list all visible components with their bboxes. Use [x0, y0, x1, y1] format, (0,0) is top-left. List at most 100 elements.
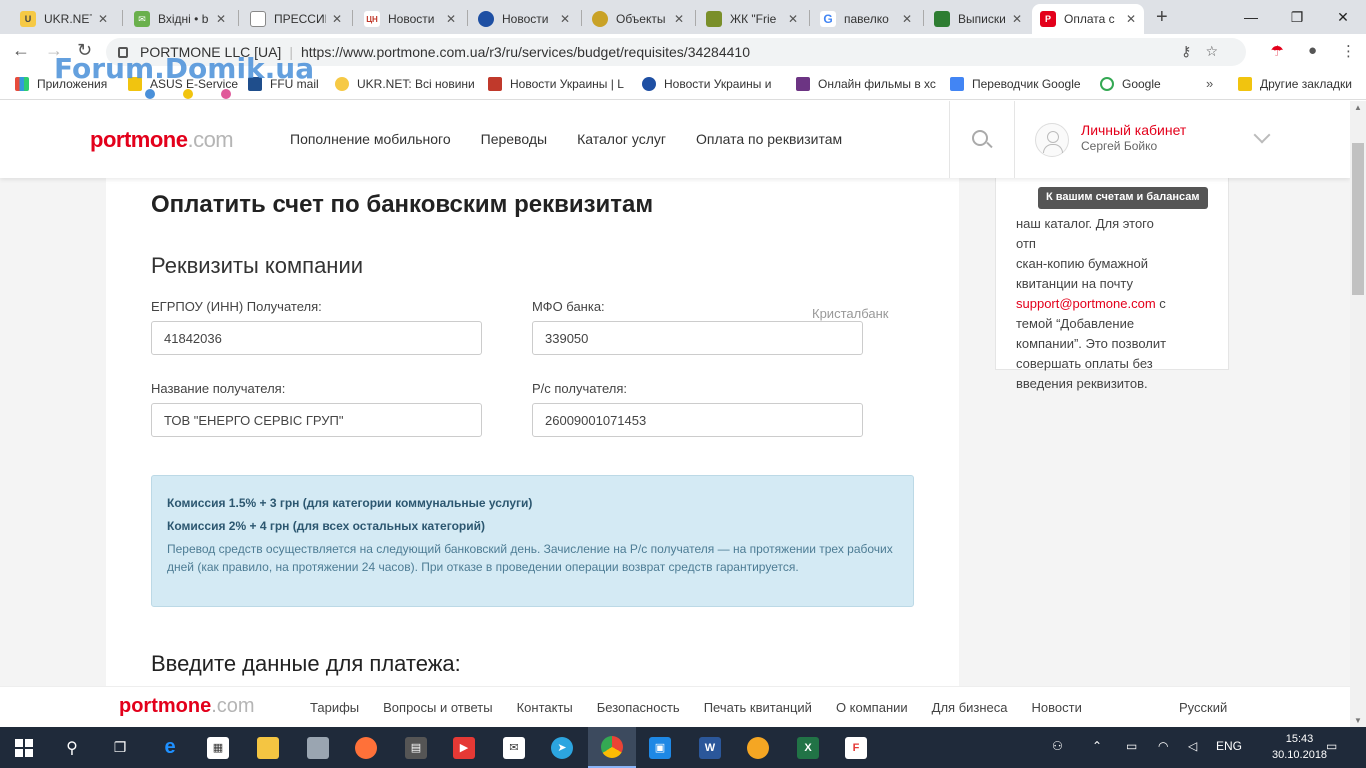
windows-taskbar: ⚲ ❐ e ▦ ▤ ▶ ✉ ➤ ▣ W X F ⚇ ⌃ ▭ ◠ ◁ ENG 15… — [0, 727, 1366, 768]
maximize-icon[interactable]: ❐ — [1274, 0, 1320, 34]
browser-tab[interactable]: U UKR.NET: ✕ — [12, 4, 116, 34]
bookmark-item[interactable]: Google — [1100, 77, 1161, 91]
close-window-icon[interactable]: ✕ — [1320, 0, 1366, 34]
nav-service-catalog[interactable]: Каталог услуг — [577, 131, 666, 147]
mfo-field[interactable]: 339050 — [532, 321, 863, 355]
taskbar-app[interactable] — [734, 727, 782, 768]
url-text[interactable]: https://www.portmone.com.ua/r3/ru/servic… — [301, 44, 750, 60]
taskbar-app[interactable] — [244, 727, 292, 768]
bookmark-item[interactable]: Новости Украины и — [642, 77, 771, 91]
page-scrollbar[interactable]: ▲ ▼ — [1350, 101, 1366, 727]
footer-link-about[interactable]: О компании — [836, 700, 908, 715]
back-icon[interactable]: ← — [12, 40, 30, 61]
scroll-up-icon[interactable]: ▲ — [1354, 103, 1362, 112]
portmone-logo[interactable]: portmone.com — [90, 127, 234, 153]
close-tab-icon[interactable]: ✕ — [332, 12, 342, 26]
footer-link-faq[interactable]: Вопросы и ответы — [383, 700, 492, 715]
extension-umbrella-icon[interactable]: ☂ — [1270, 42, 1283, 60]
show-hidden-icons-icon[interactable]: ⌃ — [1092, 739, 1102, 753]
bookmark-item[interactable]: Онлайн фильмы в хс — [796, 77, 936, 91]
taskbar-app[interactable] — [294, 727, 342, 768]
bookmark-star-icon[interactable]: ☆ — [1205, 43, 1232, 59]
taskbar-app[interactable]: ▶ — [440, 727, 488, 768]
footer-link-print-receipts[interactable]: Печать квитанций — [704, 700, 812, 715]
start-button[interactable] — [0, 727, 48, 768]
scrollbar-thumb[interactable] — [1352, 143, 1364, 295]
browser-tab[interactable]: ЖК "Frie ✕ — [698, 4, 806, 34]
taskbar-clock[interactable]: 15:43 30.10.2018 — [1272, 731, 1327, 763]
browser-tab[interactable]: Выписки ✕ — [926, 4, 1030, 34]
notifications-icon[interactable]: ▭ — [1326, 739, 1337, 753]
close-tab-icon[interactable]: ✕ — [98, 12, 108, 26]
bookmark-item[interactable]: Переводчик Google — [950, 77, 1081, 91]
browser-tab[interactable]: Объекты ✕ — [584, 4, 692, 34]
task-view-icon: ❐ — [113, 739, 127, 755]
scroll-down-icon[interactable]: ▼ — [1354, 716, 1362, 725]
footer-link-business[interactable]: Для бизнеса — [932, 700, 1008, 715]
taskbar-app[interactable]: X — [784, 727, 832, 768]
close-tab-icon[interactable]: ✕ — [560, 12, 570, 26]
key-icon[interactable]: ⚷ — [1181, 43, 1205, 59]
people-icon[interactable]: ⚇ — [1052, 739, 1063, 753]
wifi-icon[interactable]: ◠ — [1158, 739, 1168, 753]
avatar[interactable] — [1035, 123, 1069, 157]
nav-mobile-topup[interactable]: Пополнение мобильного — [290, 131, 451, 147]
taskbar-app[interactable]: ✉ — [490, 727, 538, 768]
volume-icon[interactable]: ◁ — [1188, 739, 1197, 753]
bookmark-other[interactable]: Другие закладки — [1238, 77, 1352, 91]
close-tab-icon[interactable]: ✕ — [674, 12, 684, 26]
footer-link-tariffs[interactable]: Тарифы — [310, 700, 359, 715]
sidebar-text: квитанции на почту — [1016, 276, 1134, 291]
more-bookmarks-icon[interactable]: » — [1206, 76, 1213, 91]
footer-link-news[interactable]: Новости — [1032, 700, 1082, 715]
browser-tab[interactable]: ✉ Вхідні • b ✕ — [126, 4, 234, 34]
browser-tab[interactable]: ЦН Новости ✕ — [356, 4, 464, 34]
taskbar-app[interactable]: ▤ — [392, 727, 440, 768]
sidebar-text: наш каталог. Для этого — [1016, 216, 1154, 231]
browser-tab-active[interactable]: P Оплата с ✕ — [1032, 4, 1144, 34]
close-tab-icon[interactable]: ✕ — [216, 12, 226, 26]
search-taskbar-button[interactable]: ⚲ — [48, 727, 96, 768]
edrpou-field[interactable]: 41842036 — [151, 321, 482, 355]
profile-icon[interactable]: ● — [1308, 42, 1317, 60]
taskbar-app[interactable] — [342, 727, 390, 768]
account-field[interactable]: 26009001071453 — [532, 403, 863, 437]
taskbar-app[interactable]: e — [146, 727, 194, 768]
footer-logo[interactable]: portmone.com — [119, 695, 255, 718]
nav-transfers[interactable]: Переводы — [481, 131, 547, 147]
language-selector[interactable]: Русский — [1179, 700, 1227, 715]
bookmark-label: Другие закладки — [1260, 77, 1352, 91]
new-tab-icon[interactable]: + — [1156, 6, 1168, 29]
footer-link-security[interactable]: Безопасность — [597, 700, 680, 715]
browser-tab[interactable]: ПРЕССИН ✕ — [242, 4, 350, 34]
taskbar-app[interactable]: W — [686, 727, 734, 768]
close-tab-icon[interactable]: ✕ — [446, 12, 456, 26]
close-tab-icon[interactable]: ✕ — [902, 12, 912, 26]
taskbar-app[interactable]: ➤ — [538, 727, 586, 768]
personal-cabinet-link[interactable]: Личный кабинет — [1081, 122, 1186, 138]
close-tab-icon[interactable]: ✕ — [788, 12, 798, 26]
browser-tab[interactable]: G павелко ✕ — [812, 4, 920, 34]
minimize-icon[interactable]: — — [1228, 0, 1274, 34]
taskbar-app[interactable]: F — [832, 727, 880, 768]
google-icon — [1100, 77, 1114, 91]
chevron-down-icon[interactable] — [1253, 126, 1271, 144]
task-view-button[interactable]: ❐ — [96, 727, 144, 768]
taskbar-app[interactable]: ▣ — [636, 727, 684, 768]
close-tab-icon[interactable]: ✕ — [1126, 12, 1136, 26]
recipient-field[interactable]: ТОВ "ЕНЕРГО СЕРВІС ГРУП" — [151, 403, 482, 437]
browser-tab[interactable]: Новости ✕ — [470, 4, 578, 34]
input-language[interactable]: ENG — [1216, 739, 1242, 753]
search-icon[interactable] — [972, 130, 988, 146]
taskbar-app-active[interactable] — [588, 727, 636, 768]
menu-kebab-icon[interactable]: ⋮ — [1341, 42, 1356, 60]
commission-info-box: Комиссия 1.5% + 3 грн (для категории ком… — [151, 475, 914, 607]
close-tab-icon[interactable]: ✕ — [1012, 12, 1022, 26]
bookmark-item[interactable]: Новости Украины | L — [488, 77, 624, 91]
bookmark-item[interactable]: UKR.NET: Всі новини — [335, 77, 475, 91]
footer-link-contacts[interactable]: Контакты — [517, 700, 573, 715]
support-email-link[interactable]: support@portmone.com — [1016, 296, 1156, 311]
nav-pay-by-requisites[interactable]: Оплата по реквизитам — [696, 131, 842, 147]
battery-icon[interactable]: ▭ — [1126, 739, 1137, 753]
taskbar-app[interactable]: ▦ — [194, 727, 242, 768]
